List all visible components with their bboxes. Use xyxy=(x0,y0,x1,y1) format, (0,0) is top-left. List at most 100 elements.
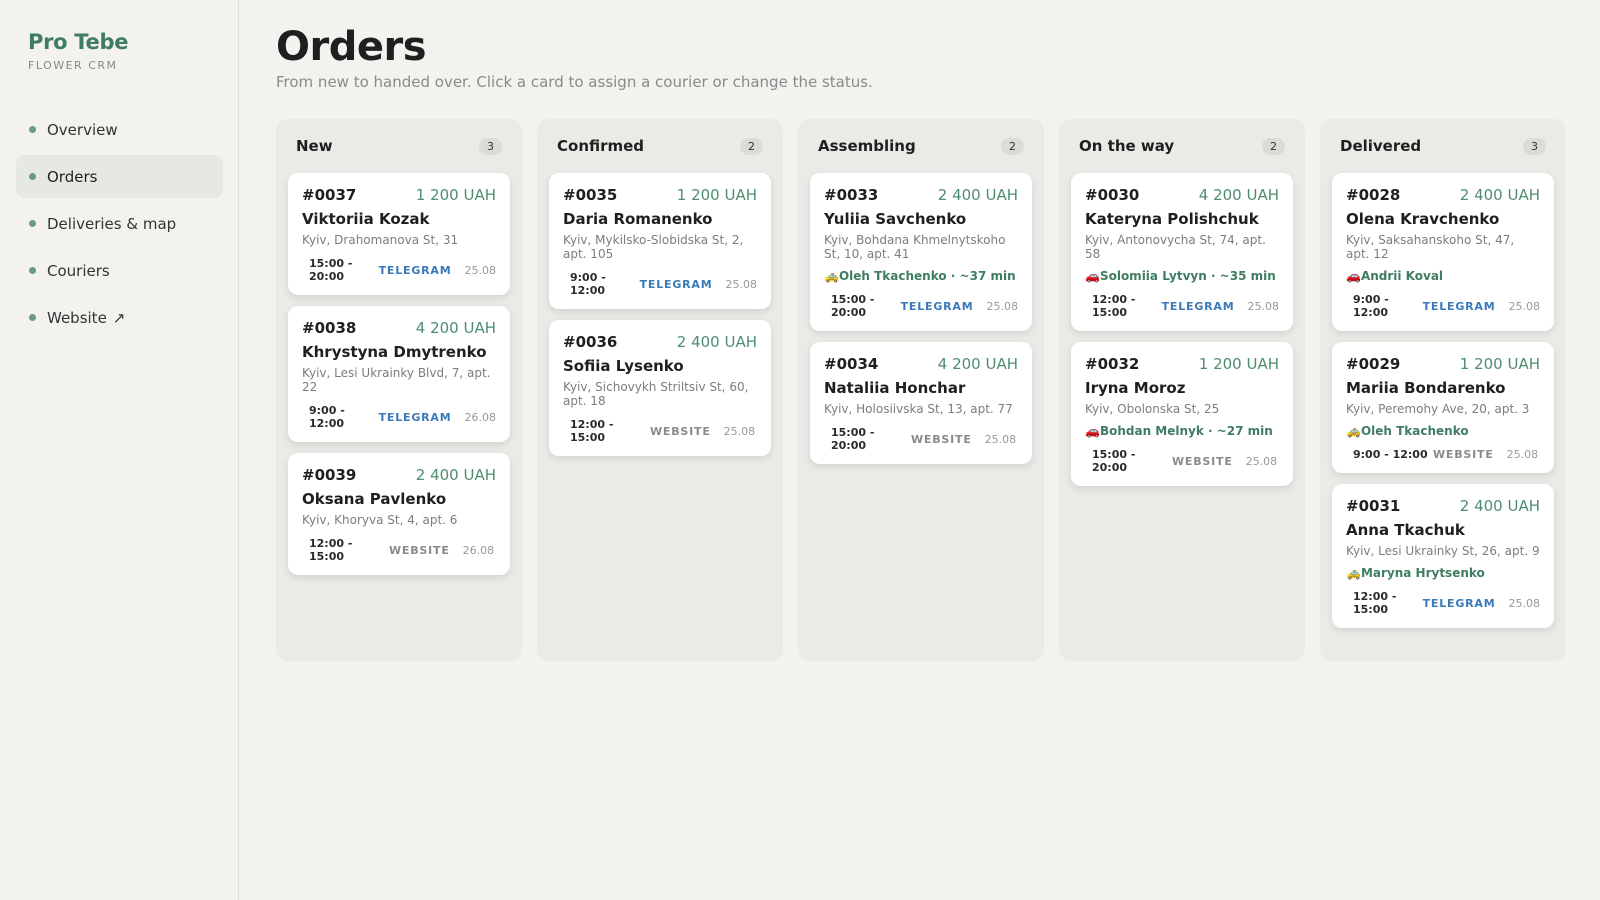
bullet-dot-icon xyxy=(29,267,36,274)
order-id: #0031 xyxy=(1346,497,1401,515)
customer-name: Khrystyna Dmytrenko xyxy=(302,343,487,361)
order-card[interactable]: #0028 2 400 UAH Olena Kravchenko Kyiv, Saks… xyxy=(1332,173,1554,331)
delivery-time-slot: 15:00 - 20:00 xyxy=(1092,448,1136,474)
column-header: Assembling 2 xyxy=(810,119,1032,173)
bullet-dot-icon xyxy=(29,173,36,180)
customer-name: Oksana Pavlenko xyxy=(302,490,447,508)
order-card[interactable]: #0031 2 400 UAH Anna Tkachuk Kyiv, Lesi Ukr… xyxy=(1332,484,1554,628)
kanban-column: On the way 2 #0030 4 200 UAH Kateryna Polish… xyxy=(1059,119,1305,661)
order-card[interactable]: #0039 2 400 UAH Oksana Pavlenko Kyiv, Khory… xyxy=(288,453,510,575)
order-id: #0029 xyxy=(1346,355,1401,373)
kanban-board: New 3 #0037 1 200 UAH Viktoriia Kozak Kyiv, D… xyxy=(276,119,1566,661)
sidebar-item-overview[interactable]: Overview xyxy=(16,108,223,151)
card-footer: 9:00 - 12:00 TELEGRAM 26.08 xyxy=(302,404,496,430)
card-header: #0034 4 200 UAH xyxy=(824,355,1018,373)
sidebar-item-deliveries-map[interactable]: Deliveries & map xyxy=(16,202,223,245)
brand: Pro Tebe FLOWER CRM xyxy=(28,30,128,72)
delivery-address: Kyiv, Sichovykh Striltsiv St, 60, apt. 1… xyxy=(563,380,749,408)
column-count-badge: 3 xyxy=(479,137,502,155)
delivery-address: Kyiv, Lesi Ukrainky St, 26, apt. 9 xyxy=(1346,544,1540,558)
sidebar-item-label: Orders xyxy=(47,167,98,186)
order-date: 25.08 xyxy=(1506,448,1539,461)
order-card[interactable]: #0036 2 400 UAH Sofiia Lysenko Kyiv, Sichov… xyxy=(549,320,771,456)
column-count-badge: 2 xyxy=(1262,137,1285,155)
card-footer: 15:00 - 20:00 WEBSITE 25.08 xyxy=(1085,448,1279,474)
order-amount: 1 200 UAH xyxy=(415,186,496,204)
order-amount: 1 200 UAH xyxy=(1459,355,1540,373)
order-amount: 2 400 UAH xyxy=(1459,497,1540,515)
order-date: 25.08 xyxy=(464,263,497,277)
card-footer: 15:00 - 20:00 WEBSITE 25.08 xyxy=(824,426,1018,452)
order-id: #0038 xyxy=(302,319,357,337)
delivery-address: Kyiv, Saksahanskoho St, 47, apt. 12 xyxy=(1346,233,1515,261)
delivery-address: Kyiv, Antonovycha St, 74, apt. 58 xyxy=(1085,233,1266,261)
order-card[interactable]: #0035 1 200 UAH Daria Romanenko Kyiv, Mykil… xyxy=(549,173,771,309)
card-header: #0039 2 400 UAH xyxy=(302,466,496,484)
page-title: Orders xyxy=(276,24,427,70)
customer-name: Kateryna Polishchuk xyxy=(1085,210,1259,228)
order-card[interactable]: #0030 4 200 UAH Kateryna Polishchuk Kyiv, A… xyxy=(1071,173,1293,331)
order-card[interactable]: #0034 4 200 UAH Nataliia Honchar Kyiv, Holo… xyxy=(810,342,1032,464)
delivery-time-slot: 15:00 - 20:00 xyxy=(831,426,875,452)
delivery-time-slot: 15:00 - 20:00 xyxy=(831,293,875,319)
column-count-badge: 2 xyxy=(740,137,763,155)
external-link-icon: ↗ xyxy=(112,308,126,327)
order-card[interactable]: #0037 1 200 UAH Viktoriia Kozak Kyiv, Draho… xyxy=(288,173,510,295)
card-footer: 12:00 - 15:00 WEBSITE 25.08 xyxy=(563,418,757,444)
order-date: 25.08 xyxy=(1508,299,1541,313)
sidebar-nav: Overview Orders Deliveries & map Courier… xyxy=(16,108,223,343)
bullet-dot-icon xyxy=(29,126,36,133)
brand-name[interactable]: Pro Tebe xyxy=(28,30,128,54)
customer-name: Nataliia Honchar xyxy=(824,379,966,397)
assigned-courier: 🚗Andrii Koval xyxy=(1346,269,1444,283)
kanban-column: Confirmed 2 #0035 1 200 UAH Daria Romanenko K… xyxy=(537,119,783,661)
order-id: #0030 xyxy=(1085,186,1140,204)
card-footer: 12:00 - 15:00 TELEGRAM 25.08 xyxy=(1085,293,1279,319)
assigned-courier: 🚗Solomiia Lytvyn · ~35 min xyxy=(1085,269,1276,283)
column-count-badge: 2 xyxy=(1001,137,1024,155)
bullet-dot-icon xyxy=(29,220,36,227)
column-title: Assembling xyxy=(818,137,916,155)
order-amount: 2 400 UAH xyxy=(676,333,757,351)
order-card[interactable]: #0038 4 200 UAH Khrystyna Dmytrenko Kyiv, L… xyxy=(288,306,510,442)
customer-name: Anna Tkachuk xyxy=(1346,521,1465,539)
column-header: On the way 2 xyxy=(1071,119,1293,173)
assigned-courier: 🚕Oleh Tkachenko · ~37 min xyxy=(824,269,1016,283)
sidebar-item-orders[interactable]: Orders xyxy=(16,155,223,198)
order-id: #0037 xyxy=(302,186,357,204)
sidebar: Pro Tebe FLOWER CRM Overview Orders Deli… xyxy=(0,0,239,900)
sidebar-item-label: Couriers xyxy=(47,261,110,280)
customer-name: Iryna Moroz xyxy=(1085,379,1186,397)
order-amount: 4 200 UAH xyxy=(1198,186,1279,204)
order-card[interactable]: #0029 1 200 UAH Mariia Bondarenko Kyiv, Per… xyxy=(1332,342,1554,473)
sidebar-item-website[interactable]: Website ↗ xyxy=(16,296,223,339)
card-header: #0035 1 200 UAH xyxy=(563,186,757,204)
delivery-time-slot: 12:00 - 15:00 xyxy=(1092,293,1136,319)
card-footer: 9:00 - 12:00 TELEGRAM 25.08 xyxy=(1346,293,1540,319)
customer-name: Olena Kravchenko xyxy=(1346,210,1500,228)
delivery-address: Kyiv, Khoryva St, 4, apt. 6 xyxy=(302,513,458,527)
customer-name: Daria Romanenko xyxy=(563,210,713,228)
kanban-column: Assembling 2 #0033 2 400 UAH Yuliia Savchenk… xyxy=(798,119,1044,661)
customer-name: Mariia Bondarenko xyxy=(1346,379,1506,397)
order-source-badge: TELEGRAM xyxy=(639,277,713,291)
delivery-time-slot: 15:00 - 20:00 xyxy=(309,257,353,283)
sidebar-item-couriers[interactable]: Couriers xyxy=(16,249,223,292)
order-id: #0033 xyxy=(824,186,879,204)
order-source-badge: TELEGRAM xyxy=(1161,299,1235,313)
delivery-time-slot: 9:00 - 12:00 xyxy=(1353,448,1428,461)
order-card[interactable]: #0033 2 400 UAH Yuliia Savchenko Kyiv, Bohd… xyxy=(810,173,1032,331)
page-subtitle: From new to handed over. Click a card to… xyxy=(276,73,873,91)
order-amount: 2 400 UAH xyxy=(1459,186,1540,204)
order-source-badge: TELEGRAM xyxy=(1422,596,1496,610)
assigned-courier: 🚗Bohdan Melnyk · ~27 min xyxy=(1085,424,1273,438)
sidebar-item-label: Website xyxy=(47,308,107,327)
card-header: #0028 2 400 UAH xyxy=(1346,186,1540,204)
order-amount: 1 200 UAH xyxy=(1198,355,1279,373)
order-card[interactable]: #0032 1 200 UAH Iryna Moroz Kyiv, Obolonska… xyxy=(1071,342,1293,486)
order-date: 25.08 xyxy=(723,424,756,438)
kanban-column: New 3 #0037 1 200 UAH Viktoriia Kozak Kyiv, D… xyxy=(276,119,522,661)
order-source-badge: TELEGRAM xyxy=(378,410,452,424)
delivery-address: Kyiv, Obolonska St, 25 xyxy=(1085,402,1220,416)
order-source-badge: WEBSITE xyxy=(1433,448,1494,461)
